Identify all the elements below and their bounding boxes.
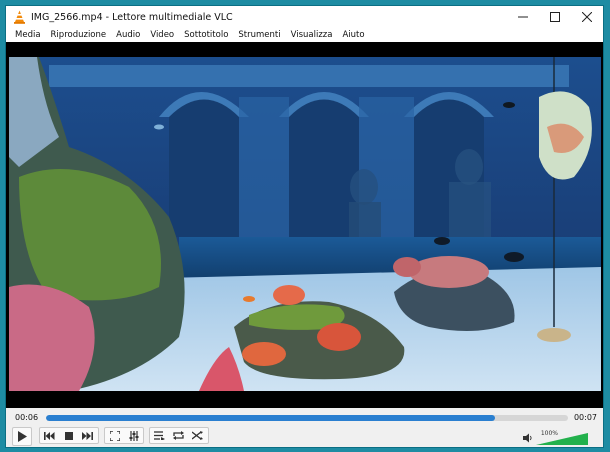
- next-icon: [82, 431, 93, 440]
- menu-visualizza[interactable]: Visualizza: [291, 30, 333, 40]
- close-button[interactable]: [571, 6, 603, 28]
- extended-settings-button[interactable]: [124, 428, 143, 443]
- menu-aiuto[interactable]: Aiuto: [342, 30, 364, 40]
- loop-icon: [173, 431, 184, 440]
- shuffle-icon: [192, 431, 203, 440]
- video-area[interactable]: [6, 42, 603, 408]
- playlist-group: [149, 427, 209, 444]
- title-bar[interactable]: IMG_2566.mp4 - Lettore multimediale VLC: [6, 6, 603, 28]
- elapsed-time[interactable]: 00:06: [15, 413, 38, 422]
- minimize-icon: [518, 16, 528, 18]
- total-time[interactable]: 00:07: [574, 413, 597, 422]
- aquarium-video-image: [9, 57, 601, 391]
- speaker-icon[interactable]: [523, 433, 533, 443]
- playlist-icon: [154, 431, 165, 440]
- menu-video[interactable]: Video: [150, 30, 174, 40]
- menu-riproduzione[interactable]: Riproduzione: [51, 30, 107, 40]
- menu-sottotitolo[interactable]: Sottotitolo: [184, 30, 228, 40]
- fullscreen-icon: [109, 430, 120, 441]
- window-title: IMG_2566.mp4 - Lettore multimediale VLC: [31, 11, 233, 23]
- volume-level: [536, 433, 588, 445]
- fullscreen-button[interactable]: [105, 428, 124, 443]
- next-button[interactable]: [78, 428, 97, 443]
- maximize-icon: [550, 12, 560, 22]
- video-frame[interactable]: [9, 57, 601, 391]
- seek-progress: [46, 415, 495, 421]
- maximize-button[interactable]: [539, 6, 571, 28]
- view-group: [104, 427, 144, 444]
- close-icon: [582, 12, 592, 22]
- minimize-button[interactable]: [507, 6, 539, 28]
- menu-audio[interactable]: Audio: [116, 30, 140, 40]
- previous-icon: [44, 431, 55, 440]
- volume-slider[interactable]: [536, 433, 588, 445]
- menu-strumenti[interactable]: Strumenti: [238, 30, 280, 40]
- equalizer-icon: [129, 430, 138, 441]
- stop-button[interactable]: [59, 428, 78, 443]
- play-icon: [18, 431, 27, 442]
- menu-media[interactable]: Media: [15, 30, 41, 40]
- menu-bar: Media Riproduzione Audio Video Sottotito…: [6, 28, 603, 42]
- play-button[interactable]: [12, 427, 32, 446]
- playlist-button[interactable]: [150, 428, 169, 443]
- stop-icon: [64, 431, 73, 440]
- previous-button[interactable]: [40, 428, 59, 443]
- shuffle-button[interactable]: [188, 428, 207, 443]
- loop-button[interactable]: [169, 428, 188, 443]
- transport-group: [39, 427, 99, 444]
- vlc-cone-icon: [11, 9, 27, 25]
- controls-bar: 00:06 00:07 100%: [6, 408, 603, 447]
- seek-slider[interactable]: [46, 415, 568, 421]
- vlc-window: IMG_2566.mp4 - Lettore multimediale VLC …: [5, 5, 604, 448]
